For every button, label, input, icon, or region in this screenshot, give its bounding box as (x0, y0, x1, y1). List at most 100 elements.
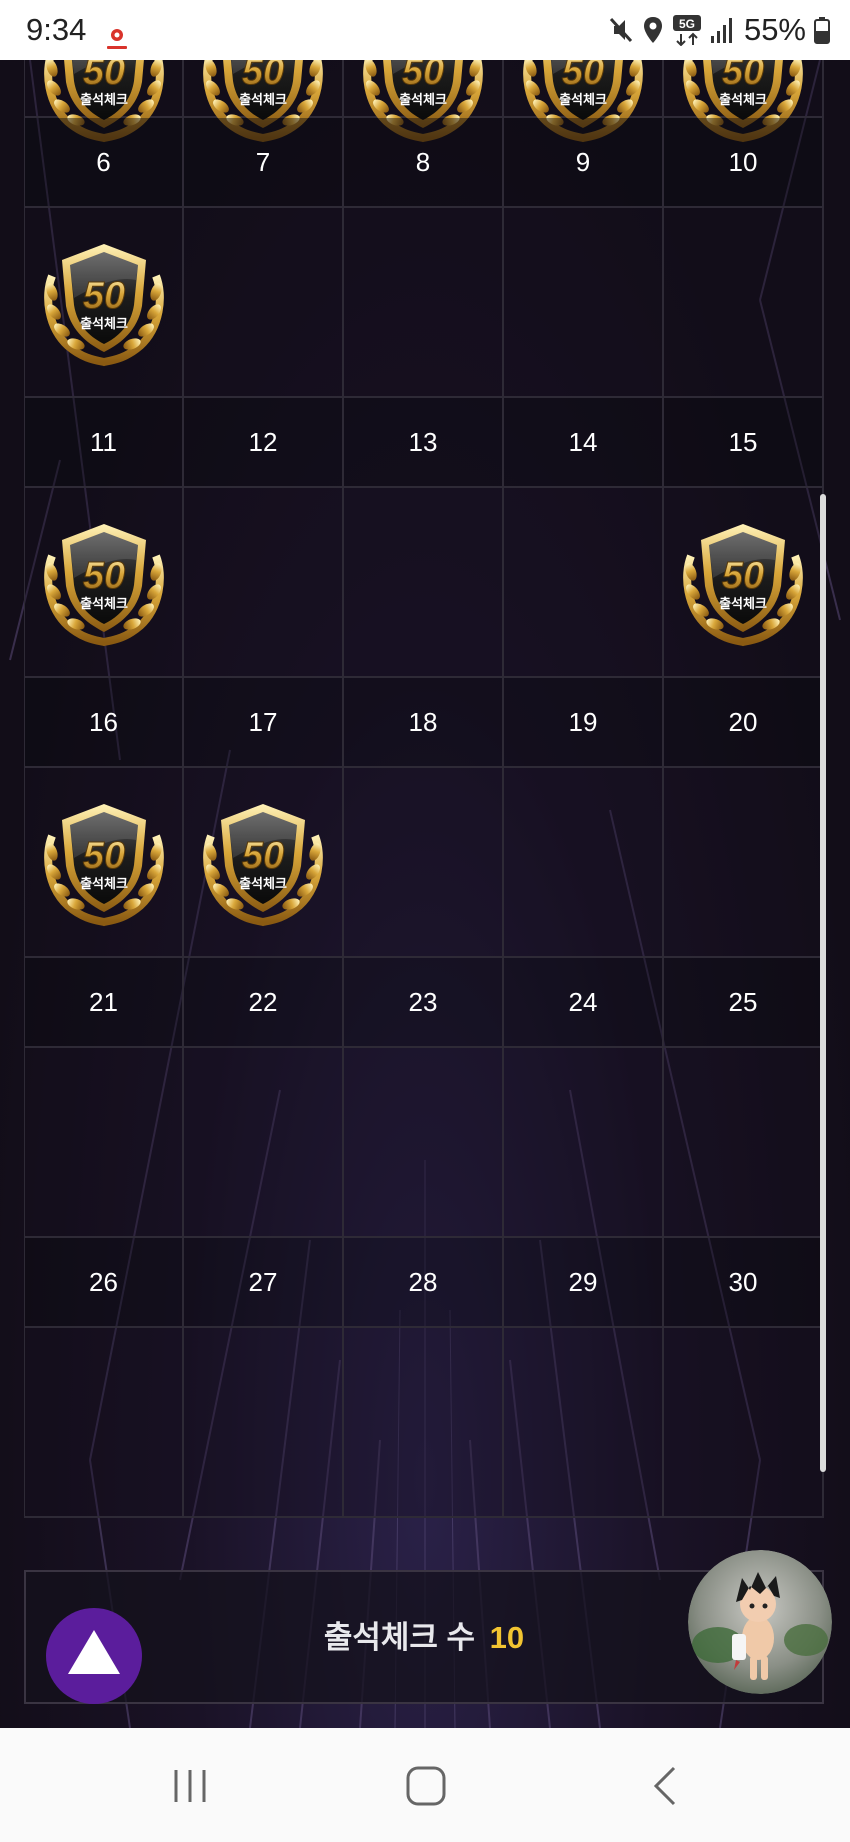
stamp-cell[interactable]: 50 출석체크 (184, 768, 344, 958)
date-cell: 24 (504, 958, 664, 1048)
stamp-cell[interactable] (184, 488, 344, 678)
badge-label: 출석체크 (719, 92, 767, 108)
stamp-cell[interactable] (24, 1328, 184, 1518)
scroll-top-button[interactable] (46, 1608, 142, 1704)
badge-label: 출석체크 (239, 876, 287, 892)
date-cell: 26 (24, 1238, 184, 1328)
calendar-week: 26 27 28 29 30 (24, 1238, 824, 1518)
badge-label: 출석체크 (80, 596, 128, 612)
date-cell: 6 (24, 118, 184, 208)
count-label: 출석체크 수 (323, 1620, 476, 1655)
date-row: 16 17 18 19 20 (24, 678, 824, 768)
stamp-cell[interactable]: 50 출석체크 (24, 768, 184, 958)
5g-icon: 5G (672, 15, 701, 46)
character-avatar-icon (688, 1550, 832, 1694)
calendar-week: 16 17 18 19 20 50 출석체크 50 출석체크 (24, 678, 824, 958)
date-cell: 30 (664, 1238, 824, 1328)
stamp-cell[interactable] (184, 208, 344, 398)
stamp-cell[interactable] (344, 768, 504, 958)
badge-label: 출석체크 (239, 92, 287, 108)
attendance-calendar: 50 출석체크 50 출석체크 50 출석체크 50 출석체크 50 출석체크 … (24, 60, 824, 1518)
date-cell: 25 (664, 958, 824, 1048)
stamp-cell[interactable]: 50 출석체크 (664, 60, 824, 143)
stamp-cell[interactable] (504, 1048, 664, 1238)
stamp-cell[interactable] (344, 1328, 504, 1518)
badge-label: 출석체크 (399, 92, 447, 108)
stamp-row (24, 1048, 824, 1238)
stamp-cell[interactable] (344, 208, 504, 398)
stamp-row: 50 출석체크 (24, 208, 824, 398)
date-cell: 23 (344, 958, 504, 1048)
calendar-week: 21 22 23 24 25 (24, 958, 824, 1238)
attendance-page: 50 출석체크 50 출석체크 50 출석체크 50 출석체크 50 출석체크 … (0, 60, 850, 1728)
stamp-cell[interactable] (184, 1048, 344, 1238)
date-cell: 19 (504, 678, 664, 768)
stamp-cell[interactable]: 50 출석체크 (24, 60, 184, 143)
stamp-cell[interactable]: 50 출석체크 (664, 488, 824, 678)
stamp-cell[interactable]: 50 출석체크 (344, 60, 504, 143)
character-avatar-button[interactable] (688, 1550, 832, 1694)
stamp-cell[interactable] (664, 208, 824, 398)
status-time: 9:34 (26, 12, 87, 47)
stamp-cell[interactable]: 50 출석체크 (184, 60, 344, 143)
stamp-cell[interactable] (24, 1048, 184, 1238)
attendance-badge-icon: 50 출석체크 (43, 804, 164, 927)
stamp-cell[interactable] (504, 488, 664, 678)
recent-apps-icon[interactable] (160, 1758, 220, 1814)
date-cell: 28 (344, 1238, 504, 1328)
status-bar: 9:34 5G 55% (0, 0, 850, 60)
status-icons: 5G 55% (608, 12, 830, 48)
stamp-row: 50 출석체크 50 (24, 60, 824, 143)
badge-number: 50 (562, 60, 604, 93)
badge-number: 50 (82, 275, 124, 317)
badge-number: 50 (242, 60, 284, 93)
stamp-cell[interactable]: 50 출석체크 (24, 488, 184, 678)
date-cell: 16 (24, 678, 184, 768)
stamp-row (24, 1328, 824, 1518)
date-cell: 21 (24, 958, 184, 1048)
stamp-cell[interactable] (664, 1328, 824, 1518)
attendance-badge-icon: 50 출석체크 (203, 804, 323, 927)
stamp-cell[interactable]: 50 출석체크 (504, 60, 664, 143)
badge-number: 50 (242, 835, 284, 877)
back-icon[interactable] (636, 1758, 696, 1814)
date-row: 26 27 28 29 30 (24, 1238, 824, 1328)
triangle-up-icon (68, 1630, 120, 1674)
svg-text:5G: 5G (679, 17, 695, 31)
stamp-cell[interactable] (184, 1328, 344, 1518)
battery-icon (814, 17, 830, 44)
badge-label: 출석체크 (719, 596, 767, 612)
date-row: 6 7 8 9 10 (24, 118, 824, 208)
stamp-cell[interactable]: 50 출석체크 (24, 208, 184, 398)
attendance-badge-icon: 50 출석체크 (43, 244, 164, 367)
date-cell: 13 (344, 398, 504, 488)
date-cell: 27 (184, 1238, 344, 1328)
badge-label: 출석체크 (80, 876, 128, 892)
stamp-cell[interactable] (664, 768, 824, 958)
date-cell: 29 (504, 1238, 664, 1328)
stamp-cell[interactable] (504, 208, 664, 398)
date-cell: 12 (184, 398, 344, 488)
stamp-cell[interactable] (504, 768, 664, 958)
date-cell: 7 (184, 118, 344, 208)
signal-icon (710, 18, 732, 43)
date-cell: 17 (184, 678, 344, 768)
date-cell: 9 (504, 118, 664, 208)
app-notification-icon (107, 29, 127, 49)
system-navigation-bar (0, 1728, 850, 1842)
stamp-cell[interactable] (664, 1048, 824, 1238)
calendar-week: 50 출석체크 50 출석체크 50 출석체크 50 출석체크 50 출석체크 (24, 60, 824, 143)
date-cell: 8 (344, 118, 504, 208)
stamp-row: 50 출석체크 50 (24, 488, 824, 678)
date-cell: 11 (24, 398, 184, 488)
stamp-cell[interactable] (504, 1328, 664, 1518)
scrollbar[interactable] (820, 494, 826, 1472)
home-icon[interactable] (396, 1758, 456, 1814)
date-row: 11 12 13 14 15 (24, 398, 824, 488)
stamp-cell[interactable] (344, 488, 504, 678)
stamp-row: 50 출석체크 50 (24, 768, 824, 958)
stamp-cell[interactable] (344, 1048, 504, 1238)
badge-number: 50 (722, 60, 764, 93)
badge-label: 출석체크 (80, 92, 128, 108)
badge-number: 50 (722, 555, 764, 597)
